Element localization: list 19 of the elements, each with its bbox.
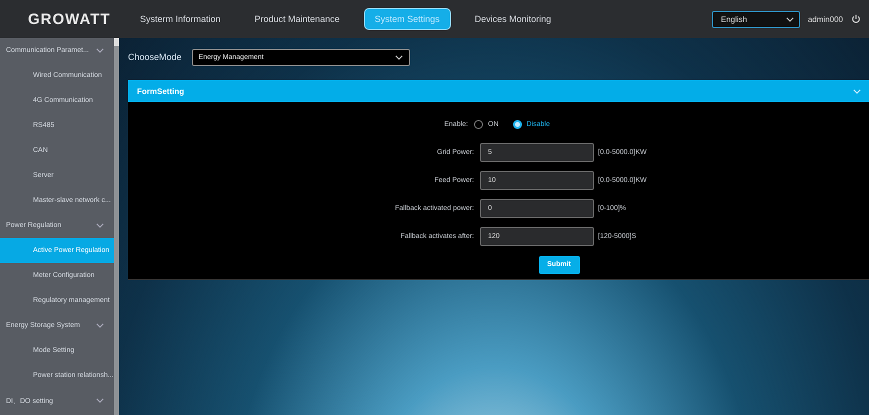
username: admin000 [808,14,843,24]
form-header[interactable]: FormSetting [128,80,869,102]
nav-tab[interactable]: Product Maintenance [244,9,350,29]
chevron-down-icon [394,54,403,60]
chevron-down-icon [96,398,104,403]
nav-tab[interactable]: Systerm Information [130,9,231,29]
logo: GROWATT [28,10,112,28]
radio-button[interactable] [474,120,483,129]
radio-button[interactable] [512,120,522,129]
nav-tab[interactable]: Devices Monitoring [464,9,562,29]
mode-label: ChooseMode [128,52,182,62]
power-icon[interactable] [851,14,861,24]
scrollbar[interactable] [114,38,119,415]
form-title: FormSetting [137,86,184,96]
language-select[interactable]: English [712,10,800,28]
chevron-down-icon [96,323,104,328]
chevron-down-icon [96,223,104,228]
chevron-down-icon [786,16,794,22]
chevron-down-icon [96,48,104,53]
